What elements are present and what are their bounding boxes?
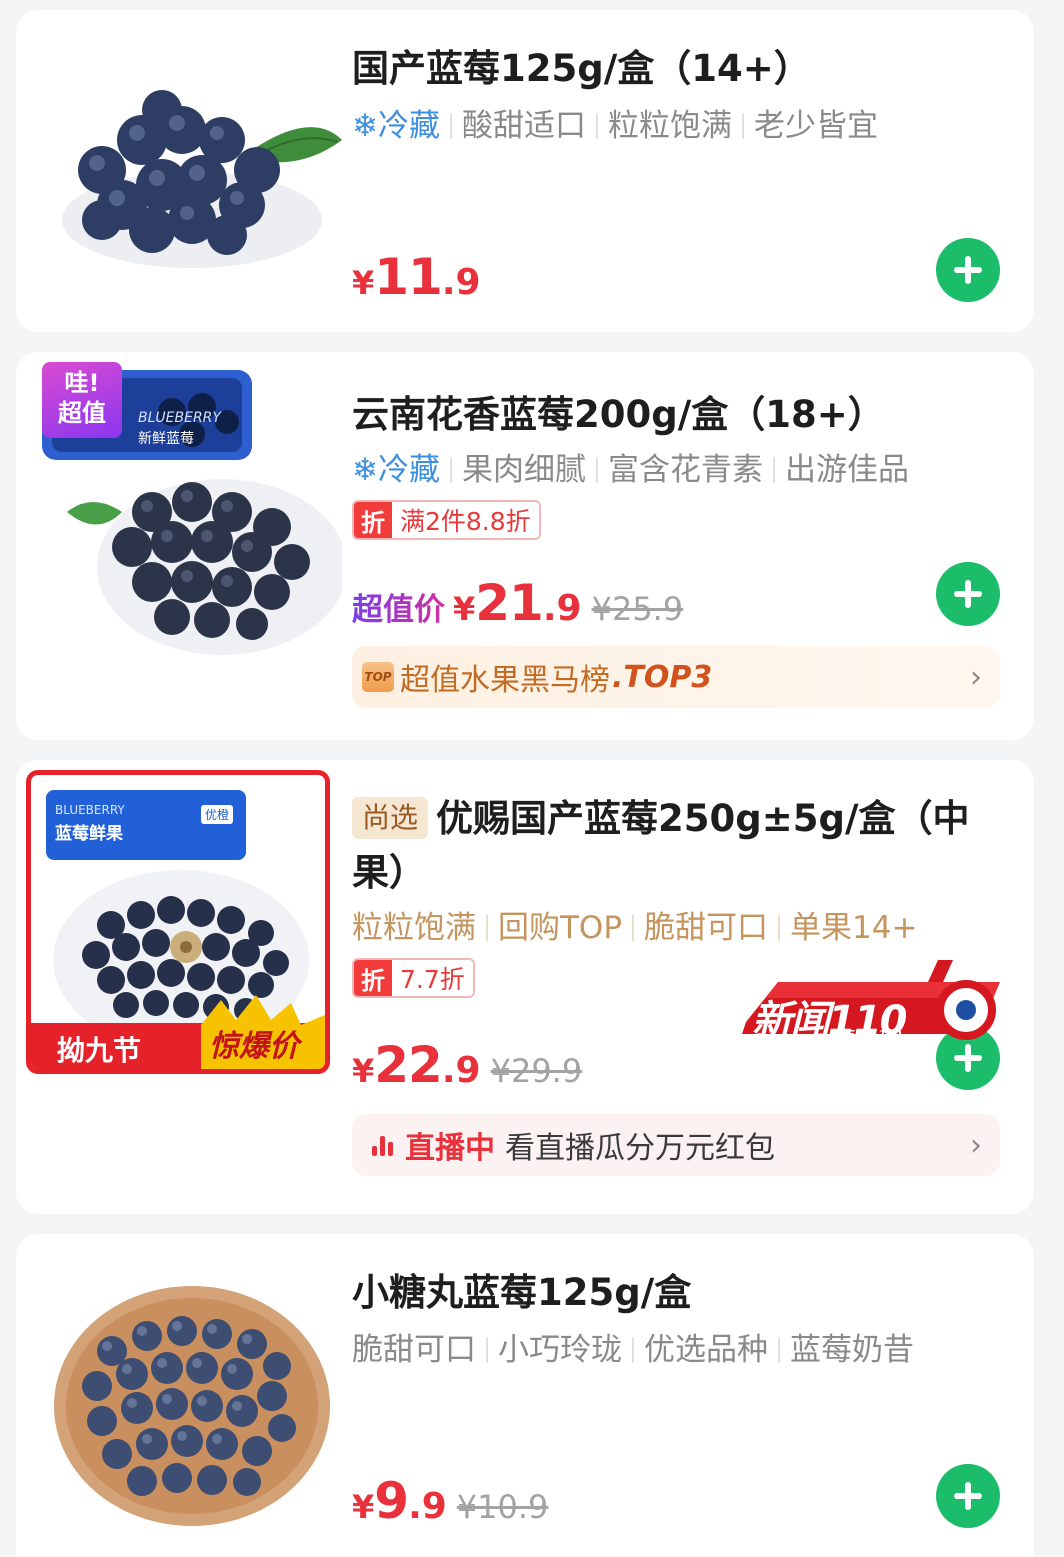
product-card[interactable]: 国产蓝莓125g/盒（14+） ❄冷藏 酸甜适口 粒粒饱满 老少皆宜 ¥11.9 [16, 10, 1034, 332]
product-tags: 脆甜可口 小巧玲珑 优选品种 蓝莓奶昔 [352, 1332, 914, 1368]
discount-badge: 折 7.7折 [352, 958, 475, 998]
selection-badge: 尚选 [352, 797, 429, 839]
plus-icon [954, 256, 982, 284]
watermark-logo: 新闻110 NEWS 110 [738, 942, 1008, 1052]
product-title[interactable]: 国产蓝莓125g/盒（14+） [352, 42, 1000, 96]
product-tags: ❄冷藏 酸甜适口 粒粒饱满 老少皆宜 [352, 108, 878, 144]
value-badge: 哇! 超值 [42, 362, 122, 438]
add-to-cart-button[interactable] [936, 562, 1000, 626]
product-card[interactable]: BLUEBERRY 新鲜蓝莓 哇! 超值 云南花香蓝莓200g/盒（18+） ❄… [16, 352, 1034, 740]
product-image[interactable]: BLUEBERRY 蓝莓鲜果 优橙 拗九节 惊爆价 [26, 770, 330, 1074]
plus-icon [954, 580, 982, 608]
product-image[interactable] [42, 1256, 342, 1556]
snowflake-icon: ❄ [352, 108, 378, 144]
snowflake-icon: ❄ [352, 452, 378, 488]
price: 超值价 ¥21.9 ¥25.9 [352, 574, 684, 632]
product-image[interactable]: BLUEBERRY 新鲜蓝莓 哇! 超值 [42, 362, 347, 662]
product-tags: ❄冷藏 果肉细腻 富含花青素 出游佳品 [352, 452, 909, 488]
add-to-cart-button[interactable] [936, 1464, 1000, 1528]
festival-label: 拗九节 [57, 1034, 142, 1067]
live-stream-bar[interactable]: 直播中 看直播瓜分万元红包 › [352, 1114, 1000, 1176]
product-title[interactable]: 云南花香蓝莓200g/盒（18+） [352, 388, 1000, 442]
product-title[interactable]: 小糖丸蓝莓125g/盒 [352, 1266, 1000, 1320]
product-card[interactable]: 小糖丸蓝莓125g/盒 脆甜可口 小巧玲珑 优选品种 蓝莓奶昔 ¥9.9 ¥10.9 [16, 1234, 1034, 1557]
festival-price-label: 惊爆价 [209, 1029, 299, 1064]
product-card[interactable]: BLUEBERRY 蓝莓鲜果 优橙 拗九节 惊爆价 尚选 优赐国产蓝莓250g±5… [16, 760, 1034, 1214]
product-image[interactable] [42, 20, 342, 320]
price: ¥11.9 [352, 248, 481, 306]
plus-icon [954, 1482, 982, 1510]
live-icon [372, 1134, 393, 1156]
top-icon: TOP [362, 662, 394, 692]
chevron-right-icon: › [970, 1127, 982, 1163]
ranking-bar[interactable]: TOP 超值水果黑马榜 .TOP3 › [352, 646, 1000, 708]
brand-mark: 优橙 [201, 805, 234, 824]
package-label: BLUEBERRY [138, 410, 221, 426]
price: ¥9.9 ¥10.9 [352, 1472, 549, 1530]
product-title[interactable]: 尚选 优赐国产蓝莓250g±5g/盒（中果） [352, 792, 1000, 900]
original-price: ¥29.9 [490, 1052, 583, 1090]
add-to-cart-button[interactable] [936, 238, 1000, 302]
image-label-en: BLUEBERRY [55, 803, 125, 817]
package-text: 新鲜蓝莓 [138, 431, 194, 447]
image-label-cn: 蓝莓鲜果 [55, 824, 123, 844]
price-label: 超值价 [352, 584, 445, 629]
chevron-right-icon: › [970, 659, 982, 695]
original-price: ¥10.9 [456, 1488, 549, 1526]
price: ¥22.9 ¥29.9 [352, 1036, 583, 1094]
original-price: ¥25.9 [591, 590, 684, 628]
discount-badge: 折满2件8.8折 [352, 500, 541, 540]
